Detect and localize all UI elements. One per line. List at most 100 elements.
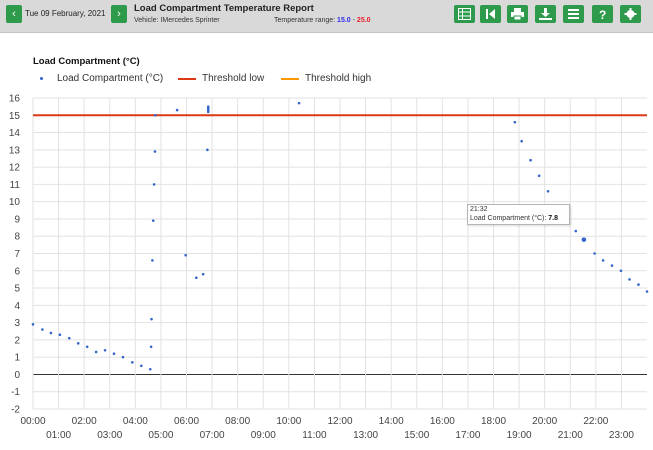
x-tick-label: 10:00 [276,416,301,427]
data-point [153,150,157,153]
x-tick-label: 06:00 [174,416,199,427]
legend-label: Load Compartment (°C) [57,73,164,84]
data-point [619,269,623,273]
prev-day-button[interactable]: ‹ [6,5,22,23]
menu-icon [568,9,579,19]
y-tick-label: 11 [10,180,21,191]
data-point [645,290,649,293]
print-button[interactable] [507,5,528,23]
date-label: Tue 09 February, 2021 [25,9,106,18]
settings-button[interactable] [620,5,641,23]
y-tick-label: 14 [9,128,21,139]
tooltip-label: Load Compartment (°C): 7.8 [470,215,558,222]
data-point [103,348,107,352]
y-tick-label: 15 [9,111,21,122]
y-tick-label: 9 [14,214,20,225]
y-tick-label: 3 [14,318,20,329]
x-tick-label: 00:00 [20,416,45,427]
x-axis-ticks: 00:0001:0002:0003:0004:0005:0006:0007:00… [20,416,634,438]
data-point [85,345,89,349]
y-tick-label: 13 [9,145,21,156]
tooltip-value: 7.8 [548,215,559,222]
skip-back-button[interactable] [480,5,501,23]
data-point [637,283,640,286]
top-toolbar: ‹ Tue 09 February, 2021 › Load Compartme… [0,0,653,33]
legend-swatch-low [178,78,196,80]
data-point [175,108,179,112]
data-point [49,331,53,335]
x-tick-label: 15:00 [404,430,429,438]
y-tick-label: -2 [11,405,20,416]
menu-button[interactable] [563,5,584,23]
data-point [41,328,44,331]
y-tick-label: 0 [14,370,20,381]
y-tick-label: 2 [14,335,20,346]
legend-swatch-high [281,78,299,80]
x-tick-label: 09:00 [251,430,276,438]
x-tick-label: 03:00 [97,430,122,438]
temp-range-low: 15.0 [337,17,351,24]
data-point [206,105,210,108]
data-point [121,355,125,359]
tooltip-series-label: Load Compartment (°C): [470,215,547,222]
data-point [31,323,35,326]
help-button[interactable]: ? [592,5,613,23]
y-tick-label: 6 [14,266,20,277]
data-point [151,219,155,222]
x-tick-label: 22:00 [583,416,608,427]
temp-range-separator: - [352,17,355,24]
data-point [152,183,156,186]
download-button[interactable] [535,5,556,23]
x-tick-label: 02:00 [72,416,97,427]
x-tick-label: 17:00 [455,430,480,438]
data-point [58,333,62,337]
x-tick-label: 21:00 [558,430,583,438]
data-point [574,229,578,233]
x-tick-label: 12:00 [327,416,352,427]
x-tick-label: 19:00 [507,430,532,438]
help-icon: ? [599,8,606,20]
temperature-chart: -2-1012345678910111213141516 00:0001:000… [9,94,649,438]
y-tick-label: 16 [9,94,21,105]
x-tick-label: 11:00 [302,430,327,438]
y-tick-label: -1 [11,387,20,398]
x-tick-label: 13:00 [353,430,378,438]
data-point [529,158,532,162]
legend-label: Threshold low [202,73,265,84]
y-tick-label: 12 [9,163,21,174]
data-point [112,352,116,356]
x-tick-label: 05:00 [148,430,173,438]
table-icon [458,8,471,20]
y-tick-label: 5 [14,284,20,295]
data-point [546,190,550,193]
data-tooltip: 21:32 Load Compartment (°C): 7.8 [467,204,570,225]
x-tick-label: 08:00 [225,416,250,427]
chart-title: Load Compartment (°C) [33,56,140,67]
data-point [154,113,157,117]
data-point [131,361,134,364]
data-point [610,264,614,267]
vehicle-label: Vehicle: IMercedes Sprinter [134,17,220,24]
x-tick-label: 16:00 [430,416,455,427]
data-point [149,345,153,349]
data-point [148,367,152,371]
x-tick-label: 23:00 [609,430,634,438]
data-point [513,120,517,124]
tooltip-time: 21:32 [470,206,488,213]
x-tick-label: 18:00 [481,416,506,427]
x-tick-label: 07:00 [200,430,225,438]
temp-range-high: 25.0 [356,17,371,24]
data-point [140,364,143,368]
data-point [520,139,523,143]
chart-grid [32,97,647,410]
data-point [297,101,301,105]
next-day-button[interactable]: › [111,5,127,23]
data-point [67,336,71,340]
data-point [151,259,154,262]
y-tick-label: 1 [14,353,20,364]
report-title: Load Compartment Temperature Report [134,3,314,14]
table-view-button[interactable] [454,5,475,23]
data-point [201,272,205,276]
data-point [206,148,209,152]
legend-marker-dot [40,77,43,80]
